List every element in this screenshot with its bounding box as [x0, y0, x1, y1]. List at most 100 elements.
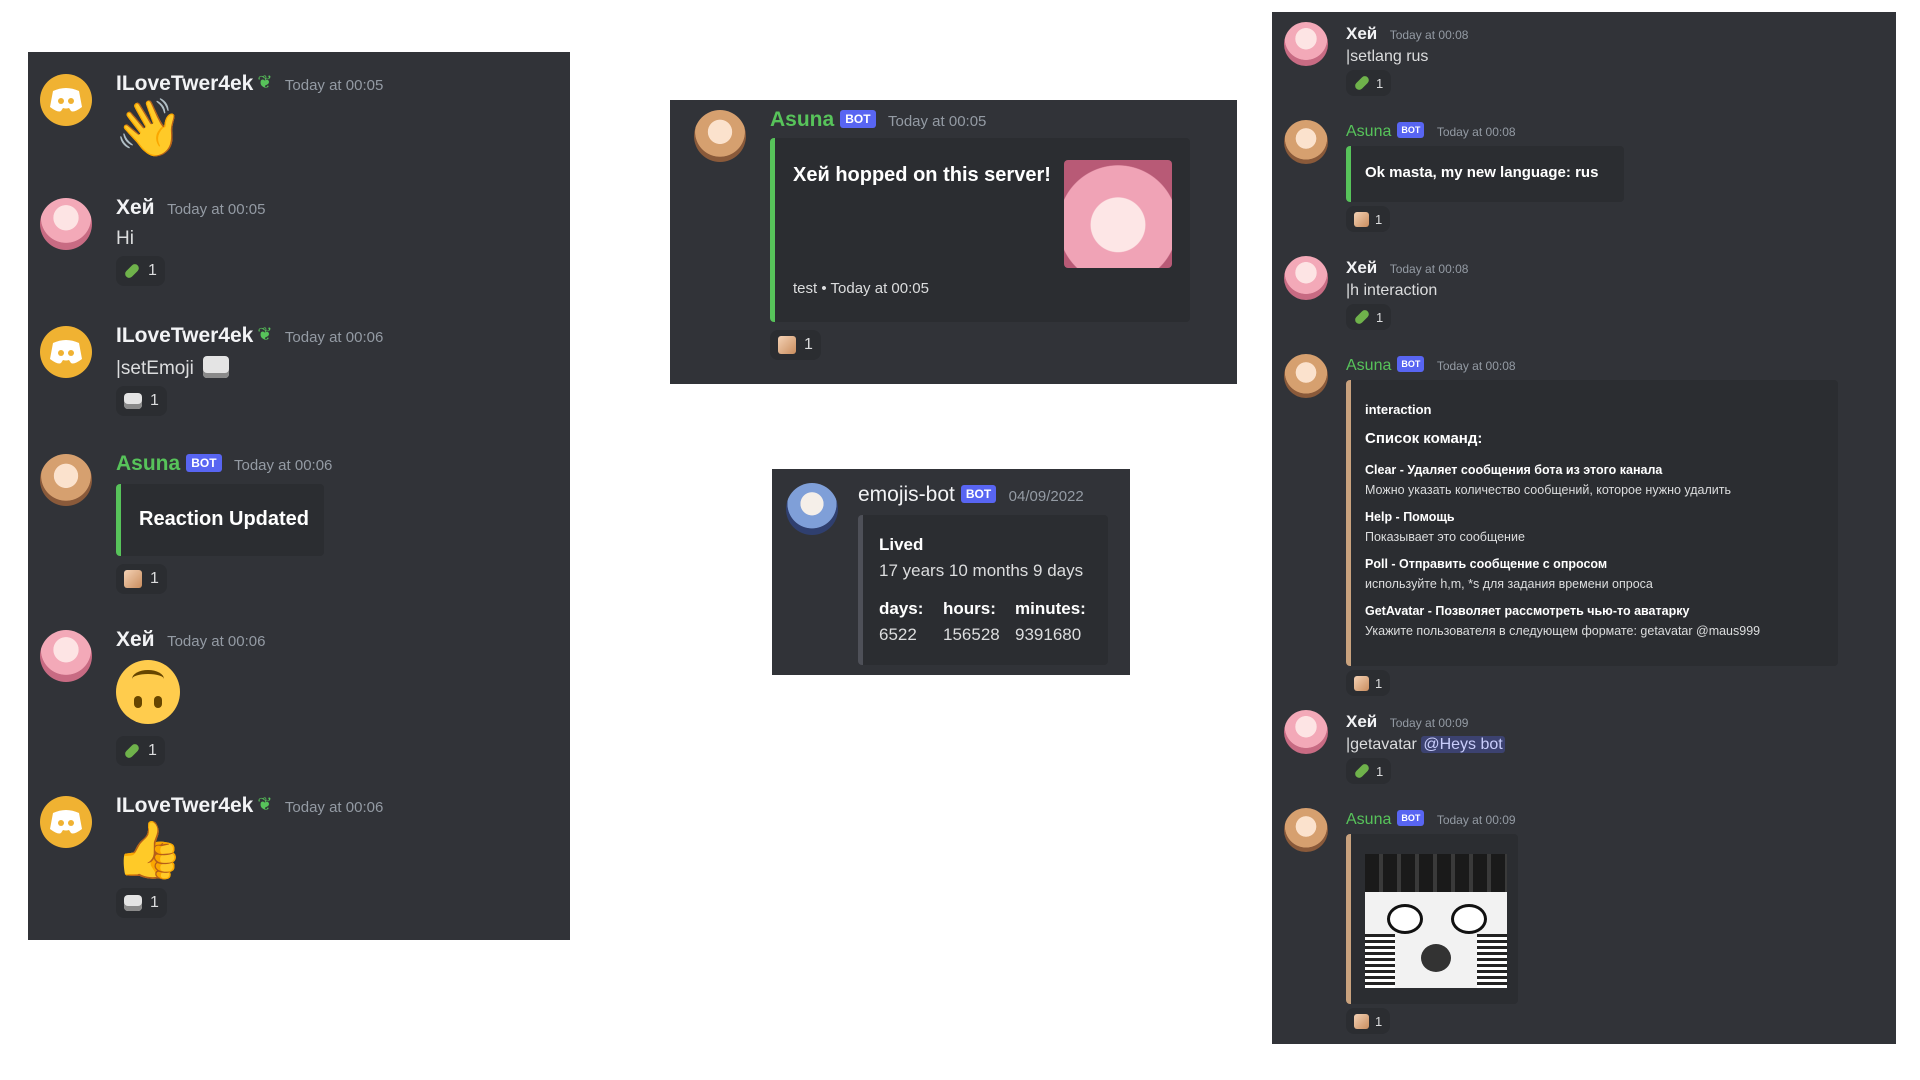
reaction-asuna[interactable]: 1: [770, 330, 821, 360]
command-desc: Можно указать количество сообщений, кото…: [1365, 483, 1731, 497]
user-avatar[interactable]: [1284, 710, 1328, 754]
reaction-count: 1: [1376, 763, 1384, 779]
field-name: hours:: [943, 599, 996, 618]
reaction-count: 1: [148, 742, 157, 759]
asuna-avatar[interactable]: [1284, 808, 1328, 852]
avatar-image-embed: [1346, 834, 1518, 1004]
discord-avatar[interactable]: [40, 326, 92, 378]
asuna-emoji-icon: [1354, 211, 1369, 227]
author-name[interactable]: ILoveTwer4ek: [116, 324, 253, 347]
user-avatar[interactable]: [40, 198, 92, 250]
emojis-bot-avatar[interactable]: [786, 483, 838, 535]
asuna-avatar[interactable]: [1284, 354, 1328, 398]
field-value: 6522: [879, 625, 917, 644]
chat-panel-welcome: Asuna BOT Today at 00:05 Хей hopped on th…: [670, 100, 1237, 384]
discord-avatar[interactable]: [40, 796, 92, 848]
cucumber-icon: [1353, 762, 1371, 780]
timestamp: Today at 00:08: [1436, 359, 1516, 373]
user-avatar[interactable]: [1284, 256, 1328, 300]
bot-badge: BOT: [960, 485, 997, 503]
author-name[interactable]: Хей: [1346, 24, 1377, 43]
reaction-asuna[interactable]: 1: [1346, 1008, 1391, 1034]
thumbs-up-emoji: 👍: [114, 818, 184, 881]
timestamp: Today at 00:08: [1389, 28, 1469, 42]
chat-panel-right: Хей Today at 00:08 |setlang rus 1 Asuna B…: [1272, 12, 1896, 1044]
field-hours: hours: 156528: [943, 599, 1000, 645]
message-text: Hi: [116, 228, 134, 249]
reaction-cucumber[interactable]: 1: [1346, 304, 1392, 330]
command-desc: Укажите пользователя в следующем формате…: [1365, 624, 1761, 638]
asuna-emoji-icon: [1354, 675, 1369, 691]
embed: Ok masta, my new language: rus: [1346, 146, 1624, 202]
embed-heading: interaction: [1365, 402, 1432, 417]
field-value: 9391680: [1015, 625, 1082, 644]
bot-badge: BOT: [840, 110, 876, 128]
user-avatar[interactable]: [1284, 22, 1328, 66]
author-name[interactable]: Asuna: [770, 108, 834, 131]
reaction-count: 1: [1375, 211, 1383, 227]
discord-logo-icon: [50, 340, 82, 364]
embed-footer: test • Today at 00:05: [793, 280, 929, 297]
reaction-asuna[interactable]: 1: [1346, 206, 1391, 232]
reaction-count: 1: [804, 336, 813, 353]
user-avatar[interactable]: [40, 630, 92, 682]
author-name[interactable]: ILoveTwer4ek: [116, 72, 253, 95]
reaction-asuna[interactable]: 1: [1346, 670, 1391, 696]
command-desc: Показывает это сообщение: [1365, 530, 1525, 544]
timestamp: Today at 00:08: [1436, 125, 1516, 139]
cucumber-icon: [1353, 74, 1371, 92]
field-name: minutes:: [1015, 599, 1086, 618]
author-name[interactable]: emojis-bot: [858, 483, 955, 506]
author-name[interactable]: Хей: [1346, 258, 1377, 277]
reaction-asuna[interactable]: 1: [116, 564, 167, 594]
reaction-cucumber[interactable]: 1: [1346, 70, 1392, 96]
timestamp: Today at 00:05: [167, 201, 266, 218]
asuna-avatar[interactable]: [1284, 120, 1328, 164]
reaction-count: 1: [1376, 75, 1384, 91]
discord-avatar[interactable]: [40, 74, 92, 126]
author-name[interactable]: Asuna: [116, 452, 180, 475]
message-line: |setEmoji: [116, 356, 230, 380]
bot-badge: BOT: [1397, 122, 1425, 138]
field-minutes: minutes: 9391680: [1015, 599, 1086, 645]
author-name[interactable]: Asuna: [1346, 811, 1391, 828]
message-text: |setEmoji: [116, 358, 194, 379]
embed-title: Ok masta, my new language: rus: [1365, 164, 1599, 181]
message-text: |setlang rus: [1346, 48, 1429, 65]
avatar-image[interactable]: [1365, 854, 1507, 988]
message-line: |getavatar @Heys bot: [1346, 736, 1505, 754]
author-name[interactable]: ILoveTwer4ek: [116, 794, 253, 817]
cat-emoji-icon: [203, 356, 230, 378]
reaction-count: 1: [150, 570, 159, 587]
user-mention[interactable]: @Heys bot: [1421, 736, 1505, 753]
reaction-count: 1: [150, 894, 159, 911]
asuna-avatar[interactable]: [694, 110, 746, 162]
timestamp: Today at 00:06: [167, 633, 266, 650]
author-name[interactable]: Asuna: [1346, 123, 1391, 140]
reaction-cat[interactable]: 1: [116, 386, 167, 416]
timestamp: Today at 00:09: [1436, 813, 1516, 827]
reaction-cucumber[interactable]: 1: [116, 256, 165, 286]
reaction-cucumber[interactable]: 1: [116, 736, 165, 766]
message-text: |getavatar: [1346, 736, 1417, 753]
reaction-cat[interactable]: 1: [116, 888, 167, 918]
command-title: GetAvatar - Позволяет рассмотреть чью-то…: [1365, 604, 1690, 618]
timestamp: Today at 00:08: [1389, 262, 1469, 276]
reaction-count: 1: [1375, 675, 1383, 691]
asuna-avatar[interactable]: [40, 454, 92, 506]
author-name[interactable]: Хей: [1346, 712, 1377, 731]
author-name[interactable]: Хей: [116, 196, 155, 219]
author-name[interactable]: Хей: [116, 628, 155, 651]
help-embed: interaction Список команд: Clear - Удаля…: [1346, 380, 1838, 666]
author-name[interactable]: Asuna: [1346, 357, 1391, 374]
embed: Reaction Updated: [116, 484, 324, 556]
reaction-cucumber[interactable]: 1: [1346, 758, 1392, 784]
command-help: Help - Помощь Показывает это сообщение: [1365, 507, 1525, 547]
cucumber-icon: [1353, 308, 1371, 326]
timestamp: Today at 00:09: [1389, 716, 1469, 730]
bot-badge: BOT: [186, 454, 222, 472]
field-name: days:: [879, 599, 924, 618]
welcome-embed: Хей hopped on this server! test • Today …: [770, 138, 1190, 322]
embed-subheading: Список команд:: [1365, 430, 1483, 447]
timestamp: Today at 00:05: [284, 77, 384, 94]
